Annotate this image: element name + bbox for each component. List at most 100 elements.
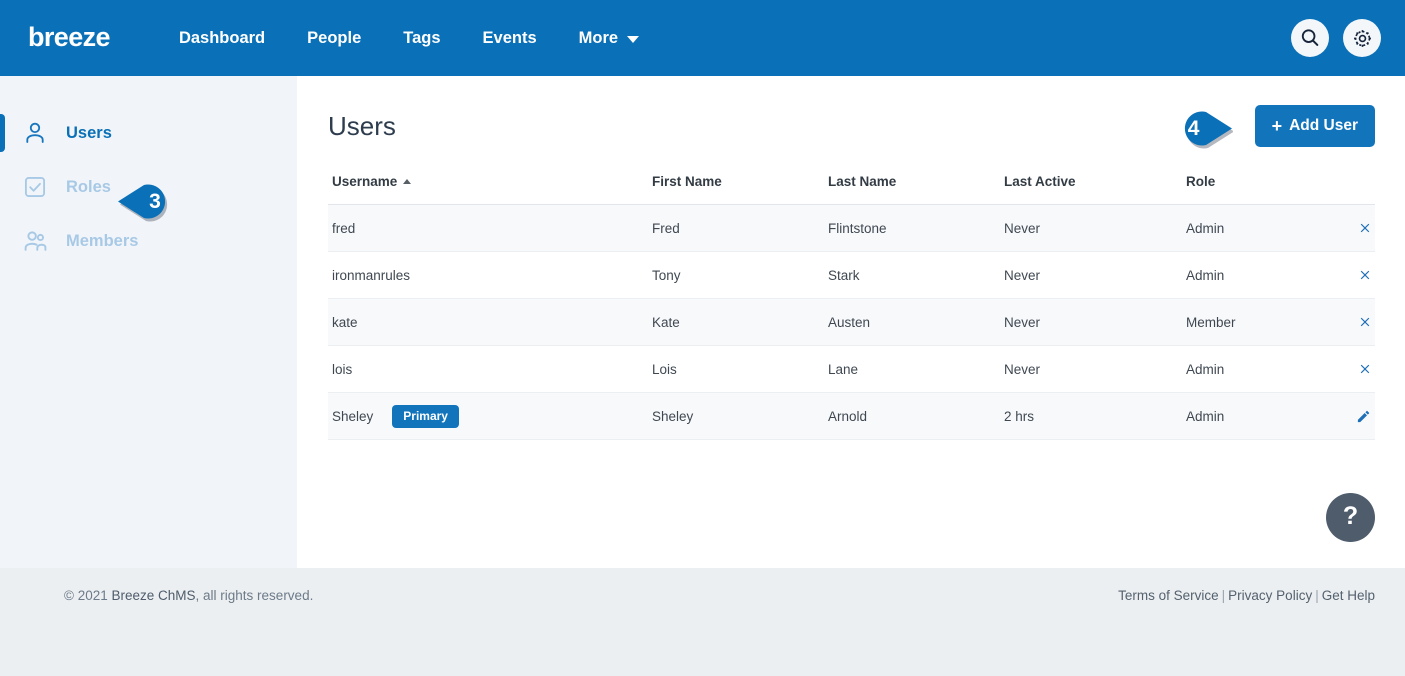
sidebar-item-roles[interactable]: Roles [0, 160, 297, 214]
cell-last-name: Austen [828, 298, 1004, 346]
users-table: Username First Name Last Name Last Activ… [328, 174, 1375, 440]
table-row[interactable]: ironmanrules Tony Stark Never Admin [328, 251, 1375, 299]
column-header-first-name[interactable]: First Name [652, 174, 828, 205]
gear-icon [1353, 29, 1371, 47]
cell-actions [1352, 251, 1375, 299]
sidebar-item-users[interactable]: Users [0, 106, 297, 160]
page-body: Users Roles Members 3 Users 4 + Add User… [0, 76, 1405, 568]
page-footer: © 2021 Breeze ChMS, all rights reserved.… [0, 568, 1405, 676]
table-row[interactable]: fred Fred Flintstone Never Admin [328, 204, 1375, 252]
sidebar-item-roles-label: Roles [66, 177, 111, 196]
sidebar-item-members[interactable]: Members [0, 214, 297, 268]
copyright-brand: Breeze ChMS [111, 588, 196, 603]
nav-item-more[interactable]: More [558, 19, 660, 58]
delete-user-button[interactable] [1358, 220, 1372, 237]
cell-username: ironmanrules [328, 251, 652, 299]
active-indicator-bar [0, 114, 5, 152]
top-nav-actions [1291, 19, 1381, 57]
cell-username: fred [328, 204, 652, 252]
copyright-suffix: , all rights reserved. [195, 588, 314, 603]
nav-item-tags[interactable]: Tags [382, 19, 461, 58]
column-header-last-active[interactable]: Last Active [1004, 174, 1186, 205]
cell-username: kate [328, 298, 652, 346]
username-text: Sheley [332, 408, 374, 424]
settings-button[interactable] [1343, 19, 1381, 57]
table-row[interactable]: lois Lois Lane Never Admin [328, 345, 1375, 393]
cell-username: Sheley Primary [328, 392, 652, 440]
copyright-text: © 2021 Breeze ChMS, all rights reserved. [64, 588, 313, 603]
user-icon [20, 118, 50, 148]
annotation-pin-4-number: 4 [1187, 116, 1200, 140]
delete-user-button[interactable] [1358, 314, 1372, 331]
cell-last-active: Never [1004, 251, 1186, 299]
nav-item-events[interactable]: Events [462, 19, 558, 58]
top-navigation-bar: breeze Dashboard People Tags Events More [0, 0, 1405, 76]
sidebar-item-users-label: Users [66, 123, 112, 142]
cell-actions [1352, 204, 1375, 252]
column-header-last-name[interactable]: Last Name [828, 174, 1004, 205]
annotation-pin-4-shape [1184, 111, 1234, 149]
sidebar-item-members-label: Members [66, 231, 139, 250]
cell-last-name: Arnold [828, 392, 1004, 440]
page-title: Users [328, 111, 396, 141]
cell-last-active: Never [1004, 345, 1186, 393]
footer-link-terms-of-service[interactable]: Terms of Service [1118, 588, 1219, 603]
help-button[interactable]: ? [1326, 493, 1375, 542]
cell-first-name: Tony [652, 251, 828, 299]
search-icon [1301, 29, 1319, 46]
cell-actions [1352, 298, 1375, 346]
table-row[interactable]: kate Kate Austen Never Member [328, 298, 1375, 346]
delete-icon [1360, 364, 1370, 374]
table-row[interactable]: Sheley Primary Sheley Arnold 2 hrs Admin [328, 392, 1375, 440]
cell-first-name: Sheley [652, 392, 828, 440]
page-header: Users 4 + Add User [328, 104, 1375, 149]
edit-icon [1357, 410, 1370, 422]
breeze-logo[interactable]: breeze [28, 23, 111, 53]
nav-item-more-label: More [578, 28, 619, 47]
page-header-actions: 4 + Add User [1184, 105, 1375, 149]
checkbox-icon [20, 172, 50, 202]
sort-ascending-icon [403, 179, 412, 184]
delete-icon [1360, 317, 1370, 327]
cell-role: Admin [1186, 204, 1352, 252]
chevron-down-icon [627, 35, 640, 43]
cell-first-name: Fred [652, 204, 828, 252]
column-header-role[interactable]: Role [1186, 174, 1352, 205]
footer-links: Terms of Service | Privacy Policy | Get Help [1118, 588, 1375, 603]
delete-icon [1360, 223, 1370, 233]
nav-item-tags-label: Tags [403, 28, 441, 47]
username-text: lois [332, 361, 353, 377]
delete-icon [1360, 270, 1370, 280]
users-table-header-row: Username First Name Last Name Last Activ… [328, 174, 1375, 205]
nav-item-dashboard[interactable]: Dashboard [158, 19, 286, 58]
add-user-button-label: Add User [1289, 117, 1358, 134]
cell-role: Admin [1186, 392, 1352, 440]
cell-first-name: Kate [652, 298, 828, 346]
footer-link-privacy-policy[interactable]: Privacy Policy [1228, 588, 1312, 603]
delete-user-button[interactable] [1358, 361, 1372, 378]
column-header-username[interactable]: Username [328, 174, 652, 205]
nav-item-people[interactable]: People [286, 19, 382, 58]
cell-role: Admin [1186, 251, 1352, 299]
copyright-prefix: © 2021 [64, 588, 112, 603]
cell-last-name: Lane [828, 345, 1004, 393]
cell-role: Admin [1186, 345, 1352, 393]
footer-separator-2: | [1315, 588, 1319, 603]
cell-last-active: 2 hrs [1004, 392, 1186, 440]
primary-badge: Primary [392, 404, 459, 428]
main-content: Users 4 + Add User Username First Name L… [297, 76, 1405, 568]
nav-item-people-label: People [307, 28, 362, 47]
cell-actions [1352, 392, 1375, 440]
username-text: ironmanrules [332, 267, 411, 283]
search-button[interactable] [1291, 19, 1329, 57]
nav-item-dashboard-label: Dashboard [178, 28, 266, 47]
footer-separator-1: | [1221, 588, 1226, 603]
cell-first-name: Lois [652, 345, 828, 393]
add-user-button[interactable]: + Add User [1254, 105, 1375, 147]
cell-username: lois [328, 345, 652, 393]
sidebar: Users Roles Members 3 [0, 76, 297, 568]
footer-link-get-help[interactable]: Get Help [1322, 588, 1375, 603]
main-nav-links: Dashboard People Tags Events More [158, 19, 660, 58]
delete-user-button[interactable] [1358, 267, 1372, 284]
edit-user-button[interactable] [1355, 408, 1372, 425]
